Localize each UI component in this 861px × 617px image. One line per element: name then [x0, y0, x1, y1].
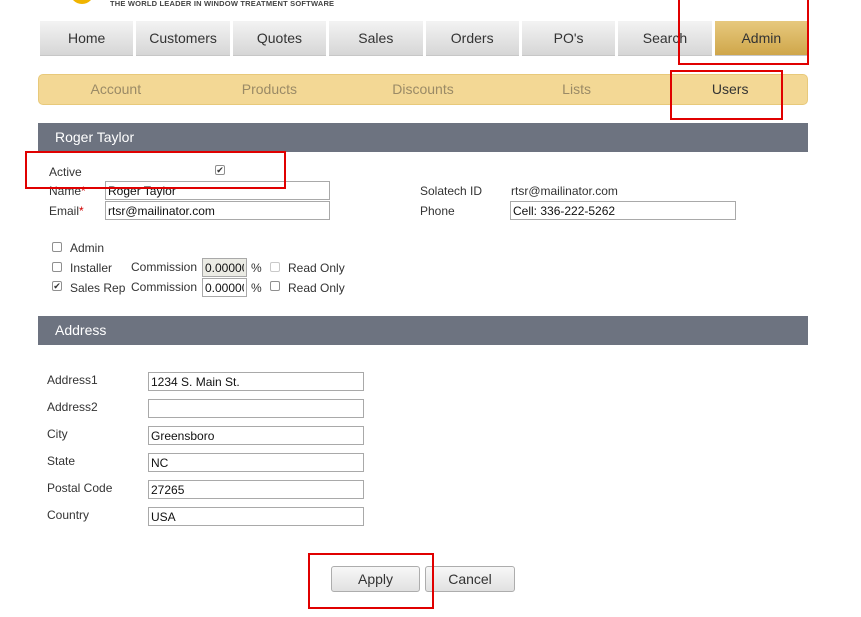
city-input[interactable]: [148, 426, 364, 445]
nav-tab-pos[interactable]: PO's: [521, 21, 616, 56]
cancel-button[interactable]: Cancel: [425, 566, 515, 592]
subnav-lists[interactable]: Lists: [500, 75, 654, 104]
name-input[interactable]: [105, 181, 330, 200]
installer-percent: %: [251, 261, 262, 275]
country-label: Country: [47, 508, 90, 522]
sales-rep-role-checkbox[interactable]: ✔: [52, 281, 62, 291]
address1-label: Address1: [47, 373, 98, 387]
nav-tab-sales[interactable]: Sales: [329, 21, 423, 56]
subnav-discounts[interactable]: Discounts: [346, 75, 500, 104]
sales-rep-commission-input[interactable]: [202, 278, 247, 297]
sales-rep-read-only-label: Read Only: [288, 281, 345, 295]
sales-rep-commission-label: Commission: [131, 280, 198, 294]
address2-label: Address2: [47, 400, 98, 414]
phone-input[interactable]: [510, 201, 736, 220]
active-label: Active: [49, 165, 82, 179]
installer-commission-input[interactable]: [202, 258, 247, 277]
main-nav: Home Customers Quotes Sales Orders PO's …: [40, 21, 808, 56]
sales-rep-read-only-checkbox[interactable]: [270, 281, 280, 291]
company-logo: [70, 0, 94, 4]
nav-tab-admin[interactable]: Admin: [714, 21, 808, 56]
subnav-products[interactable]: Products: [193, 75, 347, 104]
state-input[interactable]: [148, 453, 364, 472]
nav-tab-search[interactable]: Search: [618, 21, 712, 56]
address-section-header: Address: [38, 316, 808, 345]
installer-role-label: Installer: [70, 261, 113, 275]
solatech-id-value: rtsr@mailinator.com: [511, 184, 618, 198]
address2-input[interactable]: [148, 399, 364, 418]
installer-role-checkbox[interactable]: [52, 262, 62, 272]
nav-tab-customers[interactable]: Customers: [136, 21, 230, 56]
admin-subnav: Account Products Discounts Lists Users: [38, 74, 808, 105]
subnav-users[interactable]: Users: [653, 75, 807, 104]
phone-label: Phone: [420, 204, 455, 218]
installer-commission-label: Commission: [131, 260, 198, 274]
nav-tab-home[interactable]: Home: [40, 21, 134, 56]
apply-button[interactable]: Apply: [331, 566, 420, 592]
address1-input[interactable]: [148, 372, 364, 391]
city-label: City: [47, 427, 68, 441]
user-section-header: Roger Taylor: [38, 123, 808, 152]
installer-read-only-label: Read Only: [288, 261, 345, 275]
nav-tab-orders[interactable]: Orders: [425, 21, 519, 56]
name-label: Name*: [49, 184, 86, 198]
email-label: Email*: [49, 204, 84, 218]
country-input[interactable]: [148, 507, 364, 526]
solatech-id-label: Solatech ID: [420, 184, 483, 198]
state-label: State: [47, 454, 76, 468]
postal-code-input[interactable]: [148, 480, 364, 499]
admin-role-label: Admin: [70, 241, 105, 255]
sales-rep-percent: %: [251, 281, 262, 295]
admin-role-checkbox[interactable]: [52, 242, 62, 252]
nav-tab-quotes[interactable]: Quotes: [232, 21, 327, 56]
email-input[interactable]: [105, 201, 330, 220]
installer-read-only-checkbox[interactable]: [270, 262, 280, 272]
active-checkbox[interactable]: ✔: [215, 165, 225, 175]
subnav-account[interactable]: Account: [39, 75, 193, 104]
company-tagline: THE WORLD LEADER IN WINDOW TREATMENT SOF…: [110, 0, 335, 8]
sales-rep-role-label: Sales Rep: [70, 281, 126, 295]
postal-code-label: Postal Code: [47, 481, 113, 495]
